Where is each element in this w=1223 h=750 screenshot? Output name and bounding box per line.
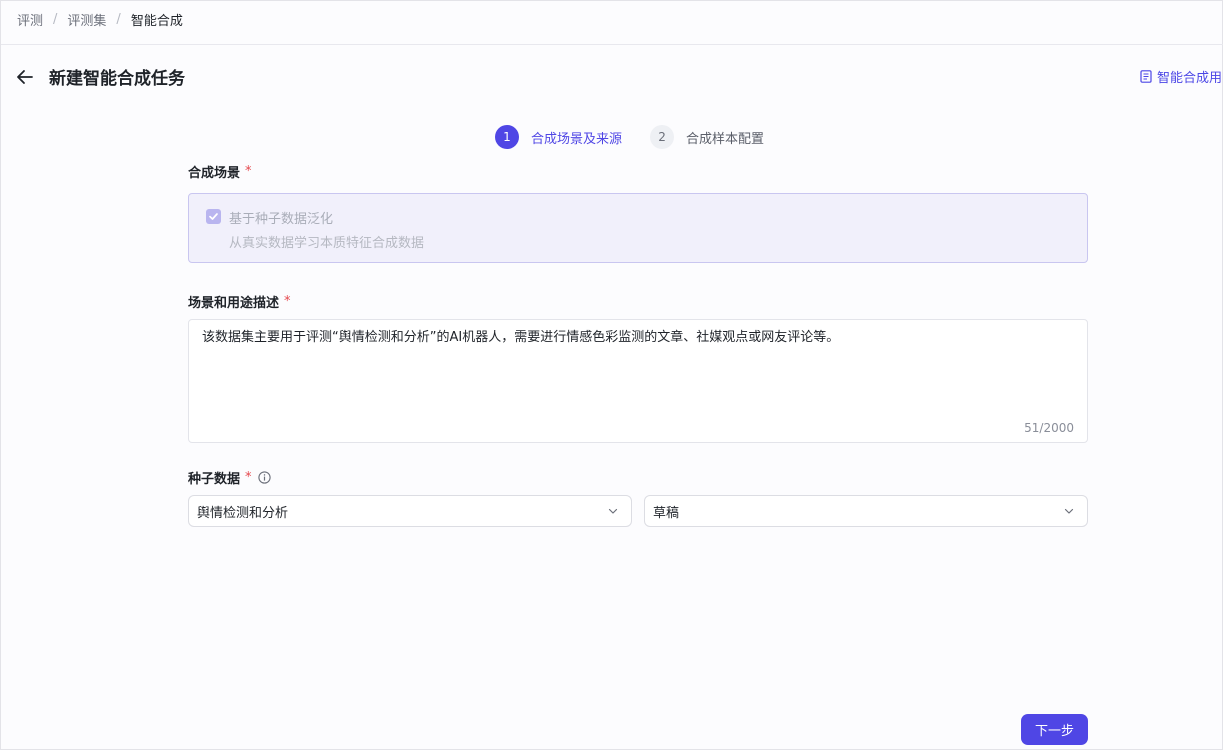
desc-label: 场景和用途描述 * xyxy=(188,292,291,311)
scenario-checkbox[interactable] xyxy=(206,209,221,224)
required-mark: * xyxy=(245,470,252,485)
seed-label: 种子数据 * xyxy=(188,468,271,487)
seed-version-value: 草稿 xyxy=(653,505,680,521)
required-mark: * xyxy=(245,164,252,179)
seed-version-select[interactable]: 草稿 xyxy=(644,495,1088,527)
breadcrumb-separator: / xyxy=(116,11,121,27)
step-2[interactable]: 2 合成样本配置 xyxy=(650,125,764,149)
page-frame: 评测 / 评测集 / 智能合成 新建智能合成任务 智能合成用 1 合成场景及来源… xyxy=(0,0,1223,750)
scenario-option-desc: 从真实数据学习本质特征合成数据 xyxy=(229,236,425,251)
desc-label-text: 场景和用途描述 xyxy=(188,296,280,311)
page-title: 新建智能合成任务 xyxy=(49,69,185,89)
step-1[interactable]: 1 合成场景及来源 xyxy=(495,125,622,149)
scenario-label: 合成场景 * xyxy=(188,162,252,181)
seed-dataset-select[interactable]: 舆情检测和分析 xyxy=(188,495,632,527)
arrow-left-icon xyxy=(17,70,33,84)
chevron-down-icon xyxy=(608,508,618,514)
guide-link[interactable]: 智能合成用 xyxy=(1140,67,1222,86)
breadcrumb: 评测 / 评测集 / 智能合成 xyxy=(17,9,183,29)
seed-dataset-value: 舆情检测和分析 xyxy=(197,505,289,521)
char-count: 51/2000 xyxy=(1024,421,1074,435)
scenario-option-card[interactable]: 基于种子数据泛化 从真实数据学习本质特征合成数据 xyxy=(188,193,1088,263)
guide-link-label: 智能合成用 xyxy=(1156,71,1222,86)
description-text[interactable]: 该数据集主要用于评测“舆情检测和分析”的AI机器人，需要进行情感色彩监测的文章、… xyxy=(202,329,839,347)
breadcrumb-item-current: 智能合成 xyxy=(130,13,183,29)
step-number: 1 xyxy=(495,125,519,149)
breadcrumb-separator: / xyxy=(53,11,58,27)
next-step-button[interactable]: 下一步 xyxy=(1021,714,1088,745)
step-label: 合成样本配置 xyxy=(686,131,765,147)
stepper: 1 合成场景及来源 2 合成样本配置 xyxy=(495,125,792,149)
chevron-down-icon xyxy=(1064,508,1074,514)
seed-label-text: 种子数据 xyxy=(188,472,241,487)
required-mark: * xyxy=(284,294,291,309)
document-icon xyxy=(1140,70,1152,83)
step-number: 2 xyxy=(650,125,675,149)
breadcrumb-item-eval-set[interactable]: 评测集 xyxy=(67,10,106,29)
back-button[interactable] xyxy=(13,65,37,89)
info-icon[interactable] xyxy=(257,471,271,484)
scenario-label-text: 合成场景 xyxy=(188,166,241,181)
breadcrumb-item-eval[interactable]: 评测 xyxy=(17,10,43,29)
description-textarea[interactable]: 该数据集主要用于评测“舆情检测和分析”的AI机器人，需要进行情感色彩监测的文章、… xyxy=(188,319,1088,443)
scenario-option-title: 基于种子数据泛化 xyxy=(229,212,334,227)
check-icon xyxy=(209,213,218,220)
header-divider xyxy=(1,44,1223,45)
step-label: 合成场景及来源 xyxy=(531,131,623,147)
